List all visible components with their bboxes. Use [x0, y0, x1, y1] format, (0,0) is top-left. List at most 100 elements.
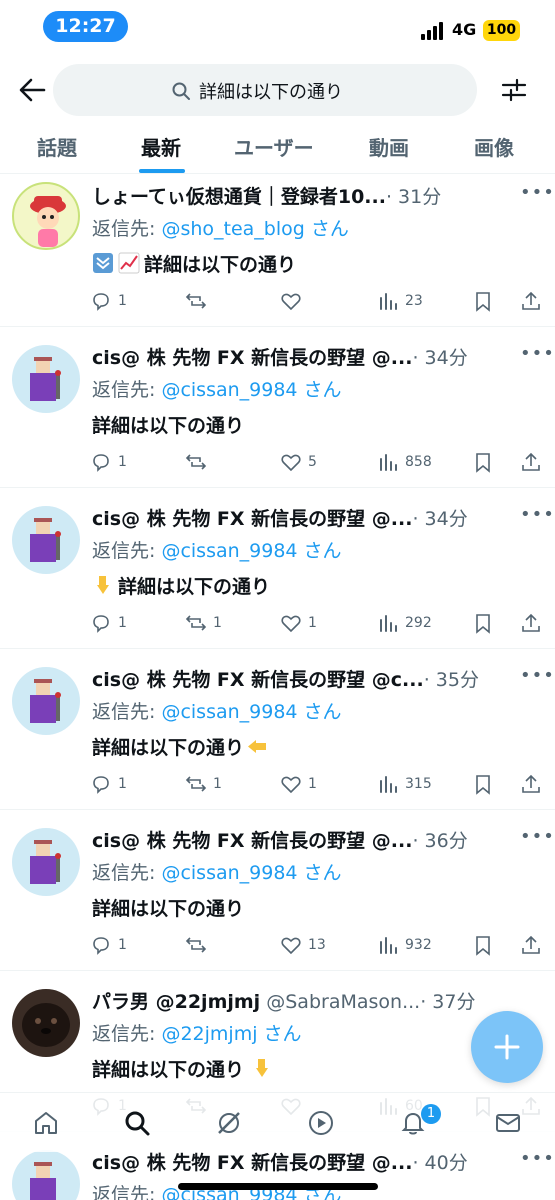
home-icon[interactable] [32, 1109, 60, 1137]
tweet-actions: 1 1 1 315 [90, 771, 550, 797]
tweet-author[interactable]: しょーてぃ仮想通貨｜登録者10... [92, 186, 386, 208]
tweet-author[interactable]: cis@ 株 先物 FX 新信長の野望 @c... [92, 669, 424, 691]
tab-trending[interactable]: 話題 [37, 132, 77, 161]
more-options-icon[interactable]: ••• [520, 343, 555, 364]
retweet-button[interactable] [185, 288, 213, 314]
reply-handle-link[interactable]: @22jmjmj [161, 1023, 257, 1045]
reply-handle-link[interactable]: @cissan_9984 [161, 862, 297, 884]
retweet-icon [185, 615, 207, 631]
reply-to: 返信先: @cissan_9984 さん [92, 379, 342, 401]
bookmark-button[interactable] [472, 288, 500, 314]
retweet-button[interactable]: 1 [185, 610, 222, 636]
reply-icon [93, 293, 109, 311]
avatar[interactable] [12, 506, 80, 574]
avatar[interactable] [12, 828, 80, 896]
search-input[interactable]: 詳細は以下の通り [53, 64, 477, 116]
share-button[interactable] [520, 932, 548, 958]
tweet[interactable]: しょーてぃ仮想通貨｜登録者10...· 31分 ••• 返信先: @sho_te… [0, 166, 555, 327]
search-icon [172, 82, 190, 100]
more-options-icon[interactable]: ••• [520, 504, 555, 525]
avatar[interactable] [12, 1150, 80, 1200]
bookmark-button[interactable] [472, 449, 500, 475]
tweet-author[interactable]: パラ男 @22jmjmj [92, 991, 260, 1013]
status-time: 12:27 [43, 11, 128, 42]
compose-post-button[interactable] [471, 1011, 543, 1083]
retweet-button[interactable]: 1 [185, 771, 222, 797]
views-button[interactable]: 858 [377, 449, 432, 475]
retweet-icon [185, 937, 207, 953]
tweet-author[interactable]: cis@ 株 先物 FX 新信長の野望 @... [92, 830, 412, 852]
reply-button[interactable]: 1 [90, 771, 127, 797]
reply-button[interactable]: 1 [90, 449, 127, 475]
video-play-icon[interactable] [307, 1109, 335, 1137]
tweet[interactable]: cis@ 株 先物 FX 新信長の野望 @...· 34分 ••• 返信先: @… [0, 488, 555, 649]
messages-envelope-icon[interactable] [494, 1109, 522, 1137]
bookmark-icon [476, 614, 490, 634]
tab-latest[interactable]: 最新 [141, 132, 181, 161]
avatar[interactable] [12, 667, 80, 735]
tweet-header: cis@ 株 先物 FX 新信長の野望 @...· 34分 [92, 343, 492, 370]
bookmark-button[interactable] [472, 771, 500, 797]
views-button[interactable]: 315 [377, 771, 432, 797]
reply-handle-link[interactable]: @cissan_9984 [161, 701, 297, 723]
tab-users[interactable]: ユーザー [234, 132, 314, 161]
like-button[interactable]: 5 [280, 449, 317, 475]
pointing-down-emoji [97, 576, 109, 594]
tweet-author[interactable]: cis@ 株 先物 FX 新信長の野望 @... [92, 1152, 412, 1174]
tweet-text: 詳細は以下の通り [92, 572, 270, 599]
chart-up-emoji [118, 252, 140, 274]
back-arrow-icon[interactable] [18, 77, 46, 103]
share-button[interactable] [520, 449, 548, 475]
retweet-button[interactable] [185, 449, 213, 475]
tweet[interactable]: cis@ 株 先物 FX 新信長の野望 @c...· 35分 ••• 返信先: … [0, 649, 555, 810]
like-button[interactable]: 1 [280, 771, 317, 797]
reply-icon [93, 776, 109, 794]
views-button[interactable]: 932 [377, 932, 432, 958]
share-button[interactable] [520, 610, 548, 636]
more-options-icon[interactable]: ••• [520, 665, 555, 686]
tweet-time: · 34分 [412, 508, 468, 530]
share-button[interactable] [520, 288, 548, 314]
views-button[interactable]: 292 [377, 610, 432, 636]
share-icon [522, 774, 540, 793]
bottom-nav: 1 [0, 1092, 555, 1152]
search-icon[interactable] [123, 1109, 151, 1137]
reply-button[interactable]: 1 [90, 610, 127, 636]
tweet-header: cis@ 株 先物 FX 新信長の野望 @...· 40分 [92, 1148, 492, 1175]
bookmark-button[interactable] [472, 610, 500, 636]
bookmark-button[interactable] [472, 932, 500, 958]
reply-button[interactable]: 1 [90, 932, 127, 958]
like-button[interactable] [280, 288, 308, 314]
more-options-icon[interactable]: ••• [520, 182, 555, 203]
filter-sliders-icon[interactable] [500, 76, 528, 104]
grok-icon[interactable] [215, 1109, 243, 1137]
tweet[interactable]: cis@ 株 先物 FX 新信長の野望 @...· 34分 ••• 返信先: @… [0, 327, 555, 488]
tab-images[interactable]: 画像 [474, 132, 514, 161]
reply-handle-link[interactable]: @sho_tea_blog [161, 218, 304, 240]
search-header: 詳細は以下の通り [0, 60, 555, 120]
tweet-text: 詳細は以下の通り [92, 898, 245, 920]
avatar[interactable] [12, 345, 80, 413]
avatar[interactable] [12, 182, 80, 250]
tweet-actions: 1 5 858 [90, 449, 550, 475]
avatar[interactable] [12, 989, 80, 1057]
tweet[interactable]: cis@ 株 先物 FX 新信長の野望 @...· 36分 ••• 返信先: @… [0, 810, 555, 971]
down-arrow-emoji [93, 253, 113, 273]
network-label: 4G [452, 20, 477, 39]
reply-handle-link[interactable]: @cissan_9984 [161, 379, 297, 401]
like-button[interactable]: 13 [280, 932, 326, 958]
more-options-icon[interactable]: ••• [520, 826, 555, 847]
tab-videos[interactable]: 動画 [369, 132, 409, 161]
bookmark-icon [476, 775, 490, 795]
reply-button[interactable]: 1 [90, 288, 127, 314]
share-button[interactable] [520, 771, 548, 797]
tweet-author[interactable]: cis@ 株 先物 FX 新信長の野望 @... [92, 347, 412, 369]
views-chart-icon [380, 454, 397, 471]
reply-handle-link[interactable]: @cissan_9984 [161, 540, 297, 562]
retweet-button[interactable] [185, 932, 213, 958]
tweet-time: · 36分 [412, 830, 468, 852]
battery-icon: 100 [483, 20, 520, 41]
like-button[interactable]: 1 [280, 610, 317, 636]
views-button[interactable]: 23 [377, 288, 423, 314]
tweet-author[interactable]: cis@ 株 先物 FX 新信長の野望 @... [92, 508, 412, 530]
